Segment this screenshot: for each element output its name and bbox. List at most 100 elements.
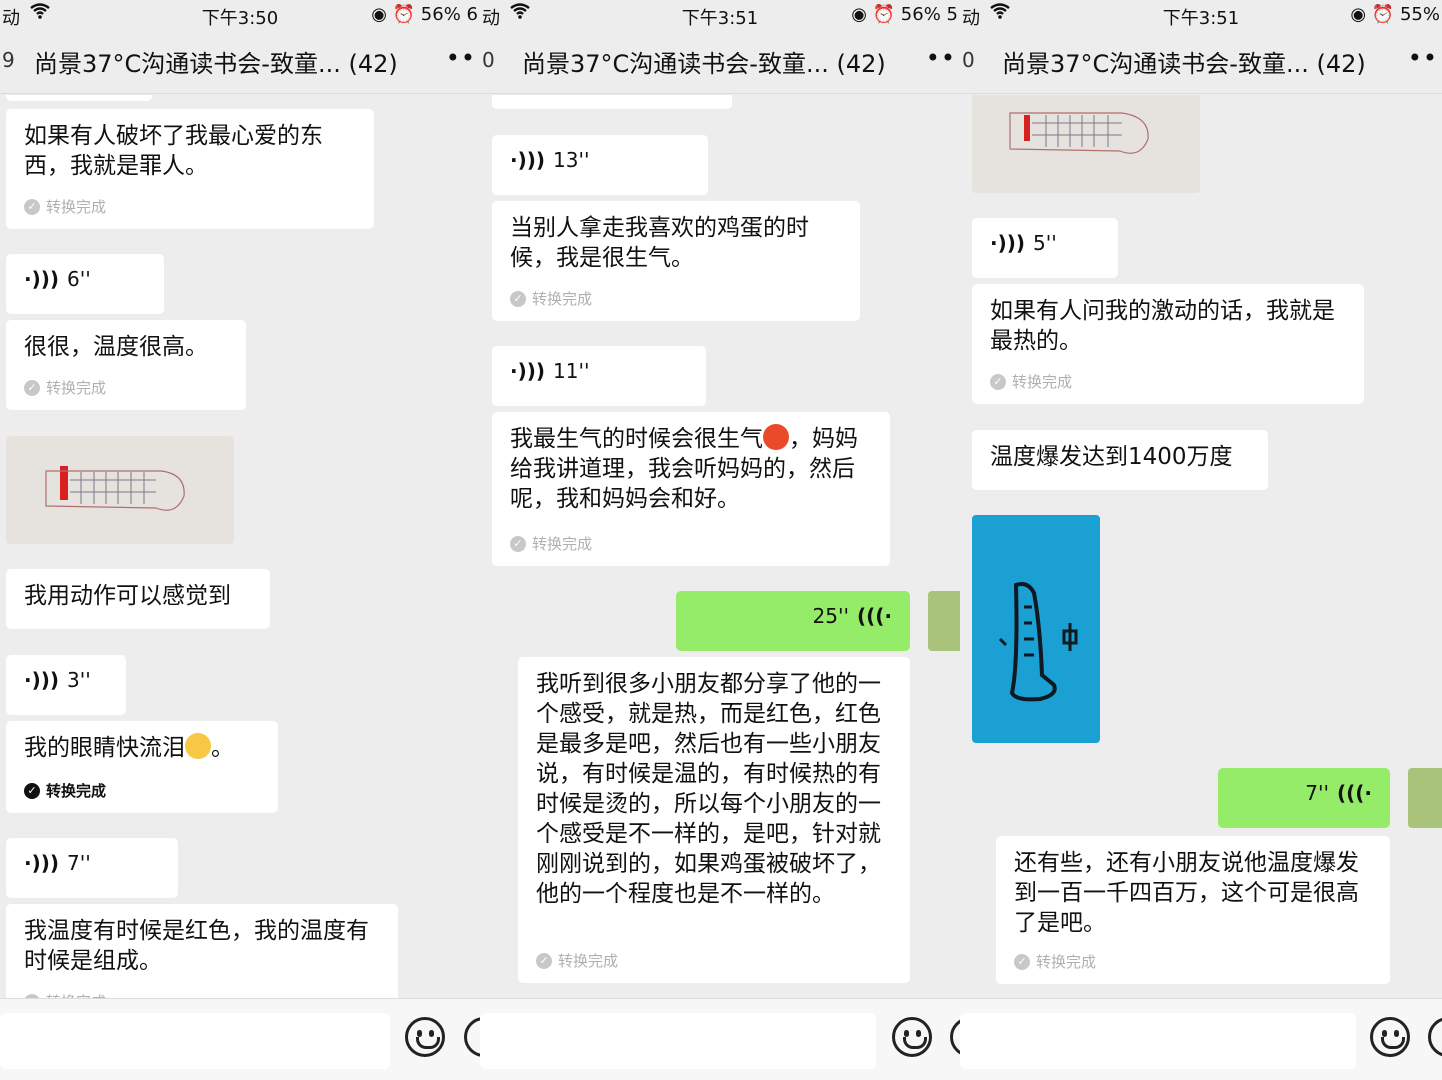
more-button[interactable]: •• [926,44,956,72]
message-text: 我听到很多小朋友都分享了他的一个感受，就是热，而是红色，红色是最多是吧，然后也有… [536,671,881,907]
voice-icon: ·))) [990,231,1026,255]
sent-voice-message[interactable]: 25'' (((· [676,591,910,651]
voice-message[interactable]: ·))) 11'' [492,346,706,406]
back-count[interactable]: 9 [2,48,15,72]
back-count[interactable]: 0 [482,48,495,72]
plus-icon[interactable] [464,1017,480,1057]
transcript-bubble[interactable]: 如果有人破坏了我最心爱的东西，我就是罪人。 ✓ 转换完成 [6,109,374,229]
status-bar: 动 下午3:51 ◉ ⏰ 55% [960,0,1442,30]
transcript-bubble[interactable]: 我的眼睛快流泪。 ✓ 转换完成 [6,721,278,813]
transcript-bubble[interactable]: 很很，温度很高。 ✓ 转换完成 [6,320,246,410]
thermometer-drawing [45,466,185,511]
voice-message[interactable]: ·))) 6'' [6,254,164,314]
emoji-icon[interactable] [1370,1017,1410,1057]
back-count[interactable]: 0 [962,48,975,72]
crying-emoji-icon [185,733,211,759]
status-right: ◉ ⏰ 56% 6 [371,4,478,25]
avatar[interactable] [928,591,960,651]
emoji-icon[interactable] [892,1017,932,1057]
status-right: ◉ ⏰ 56% 5 [851,4,958,25]
chat-screen-3: 动 下午3:51 ◉ ⏰ 55% 0 尚景37°C沟通读书会-致童... (42… [960,0,1442,1080]
image-message[interactable] [972,515,1100,743]
input-bar [960,998,1442,1080]
transcript-bubble[interactable]: 当别人拿走我喜欢的鸡蛋的时候，我是很生气。 ✓ 转换完成 [492,201,860,321]
check-icon: ✓ [1014,953,1030,970]
message-list[interactable]: ·))) 5'' 如果有人问我的激动的话，我就是最热的。 ✓ 转换完成 温度爆发达到… [960,95,1442,998]
avatar[interactable] [1408,768,1442,828]
message-input[interactable] [0,1013,390,1069]
input-bar [0,998,480,1080]
check-icon: ✓ [510,290,526,307]
voice-duration: ·))) 11'' [510,359,590,383]
message-text: 很很，温度很高。 [24,334,208,360]
convert-status: ✓转换完成 [24,196,106,217]
transcript-bubble[interactable]: 我最生气的时候会很生气 ，妈妈给我讲道理，我会听妈妈的，然后呢，我和妈妈会和好。 … [492,412,890,566]
plus-icon[interactable] [950,1017,960,1057]
more-button[interactable]: •• [446,44,476,72]
voice-icon: ·))) [510,148,546,172]
transcript-bubble[interactable] [492,95,732,109]
voice-icon: ·))) [510,359,546,383]
voice-icon: (((· [856,604,892,628]
voice-message[interactable]: ·))) 5'' [972,218,1118,278]
image-message[interactable] [972,95,1200,193]
message-text: 温度爆发达到1400万度 [990,444,1233,470]
chat-screen-1: 动 下午3:50 ◉ ⏰ 56% 6 9 尚景37°C沟通读书会-致童... (… [0,0,480,1080]
message-text: 我的眼睛快流泪。 [24,733,234,761]
voice-icon: ·))) [24,851,60,875]
voice-message[interactable]: ·))) 7'' [6,838,178,898]
check-icon: ✓ [536,952,552,969]
more-button[interactable]: •• [1408,44,1438,72]
convert-status: ✓转换完成 [24,780,106,801]
chat-title: 尚景37°C沟通读书会-致童... (42) [34,50,398,78]
image-message[interactable] [6,436,234,544]
chat-header: 0 尚景37°C沟通读书会-致童... (42) •• [960,30,1442,94]
transcript-bubble[interactable]: 如果有人问我的激动的话，我就是最热的。 ✓ 转换完成 [972,284,1364,404]
transcript-bubble[interactable]: 我听到很多小朋友都分享了他的一个感受，就是热，而是红色，红色是最多是吧，然后也有… [518,657,910,983]
message-input[interactable] [480,1013,876,1069]
check-icon: ✓ [24,198,40,215]
message-text: 我温度有时候是红色，我的温度有时候是组成。 [24,918,369,974]
transcript-bubble[interactable]: 还有些，还有小朋友说他温度爆发到一百一千四百万，这个可是很高了是吧。 ✓ 转换完成 [996,836,1390,984]
voice-message[interactable]: ·))) 13'' [492,135,708,195]
convert-status: ✓转换完成 [990,371,1072,392]
voice-duration: 25'' (((· [812,604,892,628]
plus-icon[interactable] [1428,1017,1442,1057]
voice-message[interactable]: ·))) 3'' [6,655,126,715]
angry-emoji-icon [763,424,789,450]
convert-status: ✓转换完成 [24,991,106,998]
sent-voice-message[interactable]: 7'' (((· [1218,768,1390,828]
voice-duration: ·))) 7'' [24,851,91,875]
convert-status: ✓转换完成 [1014,951,1096,972]
text-message[interactable]: 我用动作可以感觉到 [6,569,270,629]
voice-icon: ·))) [24,267,60,291]
message-text: 如果有人问我的激动的话，我就是最热的。 [990,298,1335,354]
input-bar [480,998,960,1080]
convert-status: ✓转换完成 [24,377,106,398]
convert-status: ✓转换完成 [510,288,592,309]
check-icon: ✓ [510,535,526,552]
chat-screen-2: 动 下午3:51 ◉ ⏰ 56% 5 0 尚景37°C沟通读书会-致童... (… [480,0,960,1080]
emoji-icon[interactable] [405,1017,445,1057]
voice-icon: (((· [1336,781,1372,805]
message-list[interactable]: 如果有人破坏了我最心爱的东西，我就是罪人。 ✓ 转换完成 ·))) 6'' 很很，温… [0,95,480,998]
message-text: 我最生气的时候会很生气 ，妈妈给我讲道理，我会听妈妈的，然后呢，我和妈妈会和好。 [510,424,858,512]
message-list[interactable]: ·))) 13'' 当别人拿走我喜欢的鸡蛋的时候，我是很生气。 ✓ 转换完成 ·))… [480,95,960,998]
check-icon: ✓ [24,379,40,396]
voice-duration: ·))) 3'' [24,668,91,692]
convert-status: ✓转换完成 [536,950,618,971]
status-bar: 动 下午3:51 ◉ ⏰ 56% 5 [480,0,960,30]
message-text: 如果有人破坏了我最心爱的东西，我就是罪人。 [24,123,323,179]
chat-header: 9 尚景37°C沟通读书会-致童... (42) •• [0,30,480,94]
voice-message[interactable] [6,95,152,101]
thermometer-drawing [998,582,1078,702]
text-message[interactable]: 温度爆发达到1400万度 [972,430,1268,490]
check-icon: ✓ [24,782,40,799]
message-input[interactable] [960,1013,1356,1069]
status-right: ◉ ⏰ 55% [1350,4,1440,25]
check-icon: ✓ [990,373,1006,390]
voice-duration: 7'' (((· [1305,781,1372,805]
thermometer-drawing [1009,112,1149,154]
convert-status: ✓转换完成 [510,533,592,554]
transcript-bubble[interactable]: 我温度有时候是红色，我的温度有时候是组成。 ✓转换完成 [6,904,398,998]
